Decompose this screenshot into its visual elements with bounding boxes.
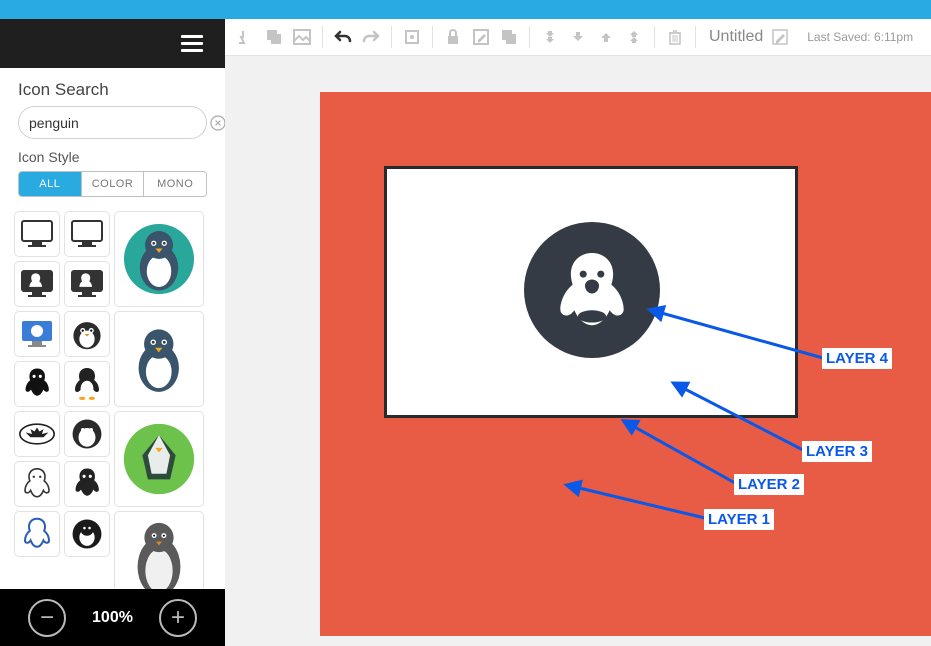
zoom-value: 100% xyxy=(92,609,133,627)
penguin-icon[interactable] xyxy=(548,246,636,334)
icon-result-penguin-solid[interactable] xyxy=(64,461,110,507)
icon-result-monitor-fill[interactable] xyxy=(64,261,110,307)
style-tab-all[interactable]: ALL xyxy=(19,172,81,196)
trash-icon[interactable] xyxy=(664,26,686,48)
bring-forward-icon[interactable] xyxy=(567,26,589,48)
toolbar: Untitled Last Saved: 6:11pm xyxy=(225,19,931,56)
toolbar-separator xyxy=(391,26,392,48)
zoom-in-button[interactable]: + xyxy=(159,599,197,637)
icon-result-monitor-fill[interactable] xyxy=(14,261,60,307)
edit-title-icon[interactable] xyxy=(769,26,791,48)
icon-result-batman[interactable] xyxy=(14,411,60,457)
icon-result-tux-orange[interactable] xyxy=(64,361,110,407)
style-tab-color[interactable]: COLOR xyxy=(81,172,144,196)
icon-result-monitor-outline[interactable] xyxy=(64,211,110,257)
crop-icon[interactable] xyxy=(401,26,423,48)
search-input[interactable] xyxy=(29,115,210,131)
zoom-out-button[interactable]: − xyxy=(28,599,66,637)
copy-icon[interactable] xyxy=(263,26,285,48)
search-box xyxy=(18,106,207,139)
icon-result-monitor-outline[interactable] xyxy=(14,211,60,257)
lock-icon[interactable] xyxy=(442,26,464,48)
send-back-icon[interactable] xyxy=(623,26,645,48)
icon-grid xyxy=(14,211,211,607)
annotation-layer-1: LAYER 1 xyxy=(704,509,774,530)
top-bar xyxy=(0,0,931,19)
canvas-layer-3[interactable] xyxy=(524,222,660,358)
sidebar: Icon Search Icon Style ALL COLOR MONO − … xyxy=(0,19,225,646)
toolbar-separator xyxy=(432,26,433,48)
icon-result-penguin-blue-outline[interactable] xyxy=(14,511,60,557)
last-saved-label: Last Saved: 6:11pm xyxy=(807,30,913,44)
icon-style-tabs: ALL COLOR MONO xyxy=(18,171,207,197)
undo-icon[interactable] xyxy=(332,26,354,48)
toolbar-separator xyxy=(695,26,696,48)
icon-result-penguin-badge[interactable] xyxy=(64,511,110,557)
document-title[interactable]: Untitled xyxy=(709,28,763,46)
icon-style-title: Icon Style xyxy=(18,149,225,165)
icon-result-penguin-face-dark[interactable] xyxy=(64,311,110,357)
toolbar-separator xyxy=(529,26,530,48)
send-backward-icon[interactable] xyxy=(595,26,617,48)
clear-search-icon[interactable] xyxy=(210,114,226,132)
icon-result-penguin-flat-blue[interactable] xyxy=(114,311,204,407)
icon-result-penguin-origami-green[interactable] xyxy=(114,411,204,507)
annotation-layer-3: LAYER 3 xyxy=(802,441,872,462)
toolbar-separator xyxy=(654,26,655,48)
toolbar-separator xyxy=(322,26,323,48)
icon-result-penguin-avatar-teal[interactable] xyxy=(114,211,204,307)
image-icon[interactable] xyxy=(291,26,313,48)
style-tab-mono[interactable]: MONO xyxy=(143,172,206,196)
sidebar-header xyxy=(0,19,225,68)
icon-result-monitor-color[interactable] xyxy=(14,311,60,357)
search-title: Icon Search xyxy=(18,80,207,100)
redo-icon[interactable] xyxy=(360,26,382,48)
annotation-layer-2: LAYER 2 xyxy=(734,474,804,495)
flip-icon[interactable] xyxy=(235,26,257,48)
search-area: Icon Search xyxy=(0,68,225,139)
menu-icon[interactable] xyxy=(181,35,203,53)
annotation-layer-4: LAYER 4 xyxy=(822,348,892,369)
icon-result-tux-black[interactable] xyxy=(14,361,60,407)
zoom-bar: − 100% + xyxy=(0,589,225,646)
layers-icon[interactable] xyxy=(498,26,520,48)
icon-result-penguin-outline[interactable] xyxy=(14,461,60,507)
icon-result-penguin-round[interactable] xyxy=(64,411,110,457)
bring-front-icon[interactable] xyxy=(539,26,561,48)
edit-icon[interactable] xyxy=(470,26,492,48)
